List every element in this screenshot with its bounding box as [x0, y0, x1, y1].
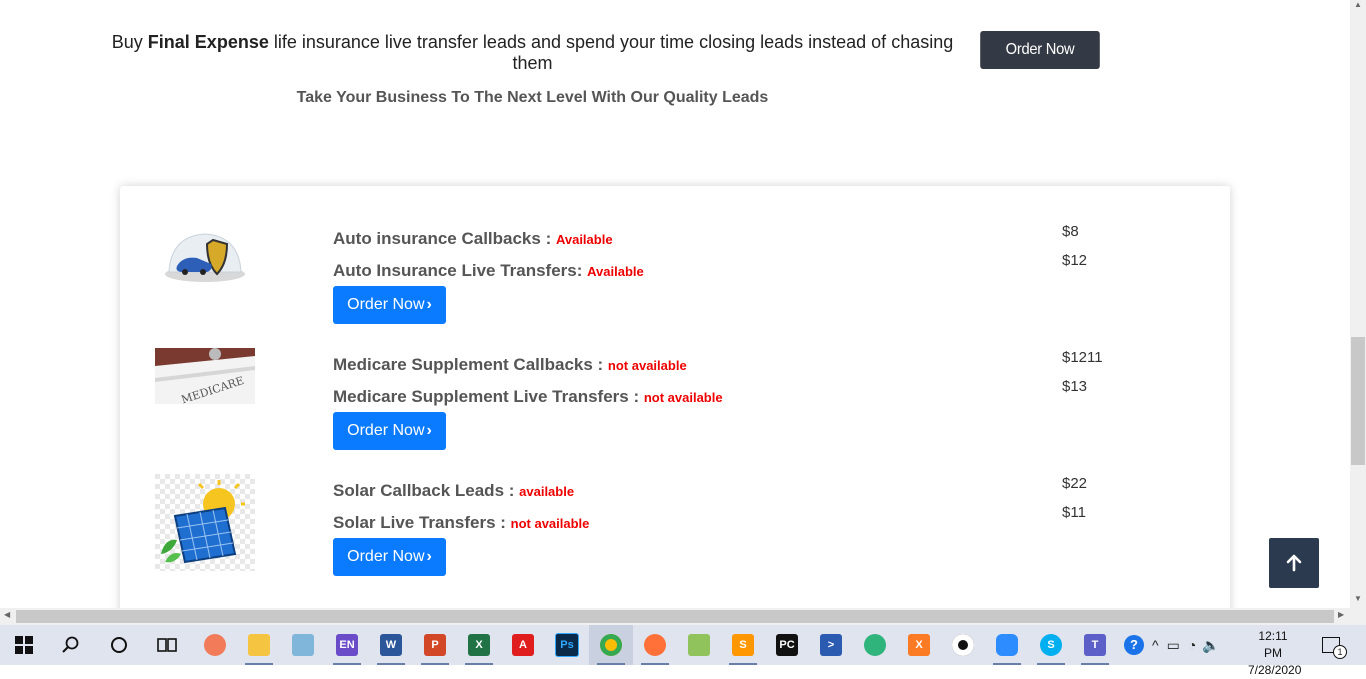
product-line-1-label: Medicare Supplement Callbacks :: [333, 355, 608, 374]
powerpoint-icon[interactable]: P: [413, 625, 457, 665]
product-line-1-label: Auto insurance Callbacks :: [333, 229, 556, 248]
xampp-icon[interactable]: X: [897, 625, 941, 665]
excel-icon[interactable]: X: [457, 625, 501, 665]
solar-panel-image: [155, 474, 255, 571]
horizontal-scroll-thumb[interactable]: [16, 610, 1334, 623]
system-tray: ? ^ ▭ ◔ 🔈: [1124, 625, 1220, 665]
order-now-button[interactable]: Order Now ›: [333, 286, 446, 324]
scroll-down-arrow-icon[interactable]: ▼: [1350, 594, 1366, 606]
scroll-up-arrow-icon[interactable]: ▲: [1350, 0, 1366, 12]
scrollbar-corner: [1350, 608, 1366, 625]
skype-icon[interactable]: S: [1029, 625, 1073, 665]
zoom-icon[interactable]: [985, 625, 1029, 665]
product-line-1: Auto insurance Callbacks : Available: [333, 229, 613, 249]
notification-center-icon[interactable]: 1: [1322, 625, 1347, 665]
price-2: $11: [1062, 504, 1086, 521]
availability-status: not available: [607, 358, 687, 373]
product-line-2-label: Solar Live Transfers :: [333, 513, 511, 532]
windows-taskbar: EN W P X A Ps S PC > X S T ? ^ ▭ ◔ 🔈 12:…: [0, 625, 1366, 677]
volume-icon[interactable]: 🔈: [1202, 637, 1219, 654]
hero-prefix: Buy: [111, 32, 148, 52]
scroll-right-arrow-icon[interactable]: ▶: [1338, 610, 1344, 619]
order-now-button[interactable]: Order Now ›: [333, 412, 446, 450]
product-row: MEDICARE Medicare Supplement Callbacks :…: [120, 340, 1230, 460]
clock-time: 12:11 PM: [1258, 629, 1288, 660]
vertical-scrollbar[interactable]: ▲ ▼: [1350, 0, 1366, 608]
order-now-label: Order Now: [347, 548, 425, 565]
price-1: $1211: [1062, 349, 1103, 366]
top-order-button[interactable]: Order Now: [980, 31, 1100, 69]
product-line-2-label: Auto Insurance Live Transfers:: [333, 261, 588, 280]
order-now-label: Order Now: [347, 296, 425, 313]
sublime-icon[interactable]: S: [721, 625, 765, 665]
chevron-up-icon[interactable]: ^: [1152, 637, 1159, 653]
help-icon[interactable]: ?: [1124, 635, 1144, 655]
search-icon[interactable]: [49, 625, 93, 665]
firefox-icon[interactable]: [633, 625, 677, 665]
price-2: $12: [1062, 252, 1088, 269]
hero-subtitle: Take Your Business To The Next Level Wit…: [296, 89, 769, 106]
notepad-icon[interactable]: [281, 625, 325, 665]
chrome-icon[interactable]: [589, 625, 633, 665]
product-line-2: Solar Live Transfers : not available: [333, 513, 589, 533]
product-line-1-label: Solar Callback Leads :: [333, 481, 520, 500]
powershell-icon[interactable]: >: [809, 625, 853, 665]
wifi-icon[interactable]: ◔: [1188, 637, 1196, 653]
taskbar-clock[interactable]: 12:11 PM 7/28/2020: [1248, 628, 1301, 679]
horizontal-scrollbar[interactable]: ◀ ▶: [0, 608, 1350, 625]
teams-icon[interactable]: T: [1073, 625, 1117, 665]
chevron-right-icon: ›: [426, 548, 432, 565]
price-1: $22: [1062, 475, 1088, 492]
products-card: Auto insurance Callbacks : Available Aut…: [120, 186, 1230, 608]
atom-icon[interactable]: [853, 625, 897, 665]
auto-insurance-shield-image: [155, 222, 255, 292]
photoshop-icon[interactable]: Ps: [545, 625, 589, 665]
order-now-button[interactable]: Order Now ›: [333, 538, 446, 576]
price-2: $13: [1062, 378, 1088, 395]
product-line-2: Auto Insurance Live Transfers: Available: [333, 261, 644, 281]
availability-status: Available: [587, 264, 644, 279]
acrobat-icon[interactable]: A: [501, 625, 545, 665]
en-app-icon[interactable]: EN: [325, 625, 369, 665]
availability-status: available: [519, 484, 575, 499]
product-line-1: Medicare Supplement Callbacks : not avai…: [333, 355, 687, 375]
product-row: Auto insurance Callbacks : Available Aut…: [120, 214, 1230, 334]
availability-status: not available: [510, 516, 590, 531]
medicare-card-image: MEDICARE: [155, 348, 255, 406]
battery-icon[interactable]: ▭: [1167, 637, 1180, 654]
availability-status: not available: [643, 390, 723, 405]
web-page: Buy Final Expense life insurance live tr…: [0, 0, 1350, 608]
scroll-left-arrow-icon[interactable]: ◀: [4, 610, 10, 619]
paint-icon[interactable]: [193, 625, 237, 665]
chevron-right-icon: ›: [426, 422, 432, 439]
notification-count: 1: [1333, 645, 1347, 659]
product-line-2: Medicare Supplement Live Transfers : not…: [333, 387, 723, 407]
arrow-up-icon: [1286, 554, 1302, 572]
hero-bold: Final Expense: [147, 32, 269, 52]
hero-rest: life insurance live transfer leads and s…: [268, 32, 954, 73]
vertical-scroll-thumb[interactable]: [1351, 337, 1365, 465]
task-view-icon[interactable]: [145, 625, 189, 665]
product-line-1: Solar Callback Leads : available: [333, 481, 574, 501]
back-to-top-button[interactable]: [1269, 538, 1319, 588]
file-explorer-icon[interactable]: [237, 625, 281, 665]
word-icon[interactable]: W: [369, 625, 413, 665]
hero-headline: Buy Final Expense life insurance live tr…: [110, 32, 955, 74]
windows-start-icon[interactable]: [2, 625, 46, 665]
notepad-plus-icon[interactable]: [677, 625, 721, 665]
chevron-right-icon: ›: [426, 296, 432, 313]
product-line-2-label: Medicare Supplement Live Transfers :: [333, 387, 644, 406]
order-now-label: Order Now: [347, 422, 425, 439]
price-1: $8: [1062, 223, 1079, 240]
recorder-icon[interactable]: [941, 625, 985, 665]
product-row: Solar Callback Leads : available Solar L…: [120, 466, 1230, 586]
availability-status: Available: [555, 232, 613, 247]
pycharm-icon[interactable]: PC: [765, 625, 809, 665]
cortana-icon[interactable]: [97, 625, 141, 665]
